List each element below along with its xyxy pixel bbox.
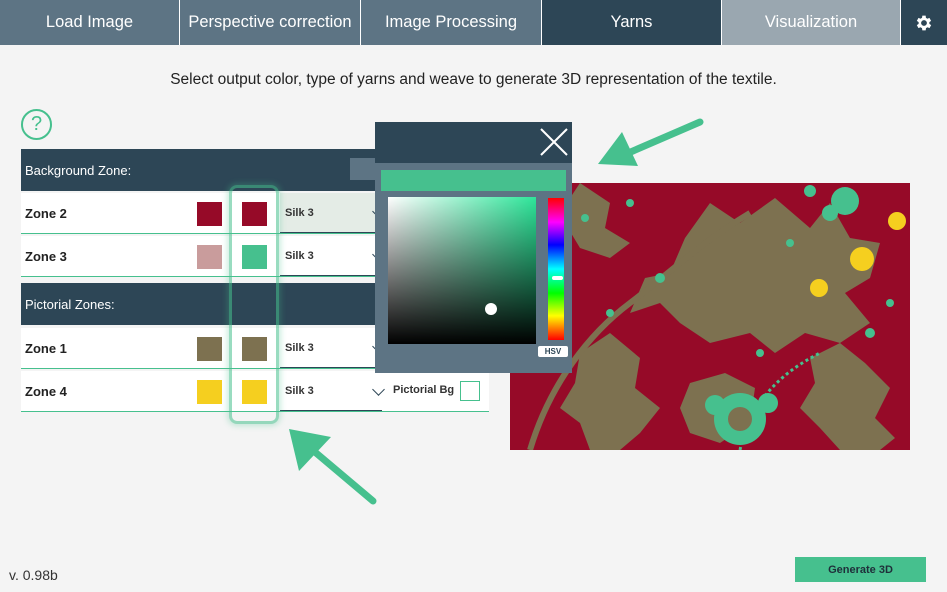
pictorial-bg-label: Pictorial Bg bbox=[393, 384, 455, 396]
input-color-swatch bbox=[197, 380, 222, 404]
input-color-swatch bbox=[197, 337, 222, 361]
color-picker-header bbox=[375, 122, 572, 163]
yarn-select[interactable]: Silk 3 bbox=[280, 236, 385, 276]
tab-load-image[interactable]: Load Image bbox=[0, 0, 180, 45]
tab-yarns[interactable]: Yarns bbox=[542, 0, 722, 45]
output-color-column-highlight bbox=[229, 185, 279, 424]
question-circle-icon: ? bbox=[30, 113, 43, 135]
yarn-select[interactable]: Silk 3 bbox=[280, 371, 385, 411]
zone-label: Zone 1 bbox=[25, 341, 67, 356]
main-tab-bar: Load Image Perspective correction Image … bbox=[0, 0, 947, 45]
input-color-swatch bbox=[197, 202, 222, 226]
sv-handle[interactable] bbox=[485, 303, 497, 315]
color-mode-toggle[interactable]: HSV bbox=[538, 346, 568, 357]
zone-label: Zone 3 bbox=[25, 249, 67, 264]
zone-label: Zone 4 bbox=[25, 384, 67, 399]
tab-processing-label: Image Processing bbox=[384, 13, 518, 31]
chevron-down-icon bbox=[372, 383, 385, 396]
background-zone-title: Background Zone: bbox=[25, 162, 132, 178]
help-button[interactable]: ? bbox=[21, 109, 52, 140]
color-mode-label: HSV bbox=[544, 347, 562, 356]
saturation-value-area[interactable] bbox=[388, 197, 536, 344]
tab-perspective-label: Perspective correction bbox=[188, 13, 352, 31]
yarn-select-value: Silk 3 bbox=[285, 207, 314, 219]
hue-slider[interactable] bbox=[548, 198, 564, 340]
yarn-select-value: Silk 3 bbox=[285, 250, 314, 262]
input-color-swatch bbox=[197, 245, 222, 269]
yarn-select[interactable]: Silk 3 bbox=[280, 328, 385, 368]
tab-yarns-label: Yarns bbox=[610, 13, 653, 31]
settings-button[interactable] bbox=[901, 0, 947, 45]
tab-visualization-label: Visualization bbox=[764, 13, 858, 31]
annotation-arrow-icon bbox=[289, 429, 377, 505]
annotation-arrow-icon bbox=[598, 118, 704, 166]
yarn-select-value: Silk 3 bbox=[285, 342, 314, 354]
zone-label: Zone 2 bbox=[25, 206, 67, 221]
gear-icon bbox=[916, 15, 932, 30]
tab-perspective-correction[interactable]: Perspective correction bbox=[180, 0, 361, 45]
hue-slider-handle[interactable] bbox=[552, 276, 563, 280]
selected-color-preview bbox=[381, 170, 566, 191]
generate-3d-label: Generate 3D bbox=[828, 563, 893, 576]
yarn-select[interactable]: Silk 3 bbox=[280, 193, 385, 233]
generate-3d-button[interactable]: Generate 3D bbox=[795, 557, 926, 582]
sv-black-gradient bbox=[388, 197, 536, 344]
version-label: v. 0.98b bbox=[9, 567, 58, 583]
tab-load-image-label: Load Image bbox=[45, 13, 134, 31]
pictorial-zones-title: Pictorial Zones: bbox=[25, 296, 115, 312]
instruction-text: Select output color, type of yarns and w… bbox=[170, 71, 777, 88]
tab-image-processing[interactable]: Image Processing bbox=[361, 0, 542, 45]
yarn-select-value: Silk 3 bbox=[285, 385, 314, 397]
pictorial-bg-checkbox[interactable] bbox=[460, 381, 480, 401]
color-picker-popup: HSV bbox=[375, 122, 572, 373]
close-icon[interactable] bbox=[538, 126, 570, 158]
tab-visualization[interactable]: Visualization bbox=[722, 0, 901, 45]
